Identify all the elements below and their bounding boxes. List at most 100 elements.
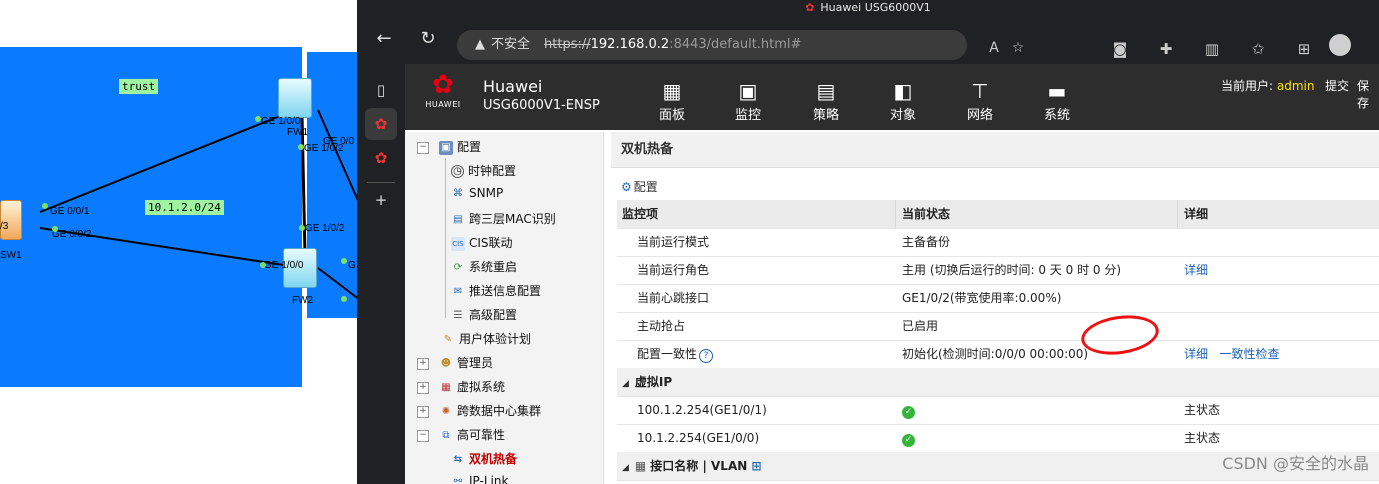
object-icon: ◧ xyxy=(893,79,913,103)
tree-node-user-experience[interactable]: ✎ 用户体验计划 xyxy=(441,330,531,347)
port-label: G xyxy=(348,260,356,271)
tree-item-ip-link[interactable]: ⚯ IP-Link xyxy=(451,474,509,484)
tree-item[interactable]: ◷ 时钟配置 xyxy=(451,162,516,179)
table-row: 配置一致性? 初始化(检测时间:0/0/0 00:00:00) 详细 一致性检查 xyxy=(617,340,1379,369)
puzzle-icon[interactable]: ✚ xyxy=(1143,40,1189,58)
tree-node-vsys[interactable]: + ▦ 虚拟系统 xyxy=(417,378,505,395)
port-label: GE 0/0/1 xyxy=(50,206,90,217)
nav-monitor[interactable]: ▣ 监控 xyxy=(720,78,776,123)
profile-avatar[interactable] xyxy=(1329,34,1351,56)
save-button[interactable]: 保存 xyxy=(1357,77,1379,111)
config-icon: ▣ xyxy=(439,140,453,155)
detail-link[interactable]: 详细 xyxy=(1184,256,1208,284)
sw1-device-icon[interactable] xyxy=(0,200,22,240)
port-dot xyxy=(260,262,266,268)
tree-node-config[interactable]: − ▣ 配置 xyxy=(417,138,481,155)
interface-icon: ▦ xyxy=(634,459,647,473)
nav-object[interactable]: ◧ 对象 xyxy=(875,78,931,123)
detail-link[interactable]: 详细 xyxy=(1184,347,1208,361)
tree-item[interactable]: ⌘ SNMP xyxy=(451,186,503,201)
tab-huawei-icon[interactable]: ✿ xyxy=(365,142,397,174)
reliability-icon: ⧉ xyxy=(442,429,450,441)
nav-network[interactable]: ⊤ 网络 xyxy=(952,78,1008,123)
table-row: 当前运行角色 主用 (切换后运行的时间: 0 天 0 时 0 分) 详细 xyxy=(617,256,1379,285)
window-titlebar: ✿ Huawei USG6000V1 xyxy=(357,0,1379,16)
system-icon: ▬ xyxy=(1047,79,1067,103)
ip-link-icon: ⚯ xyxy=(453,475,463,484)
cis-icon: CIS xyxy=(451,236,465,251)
collections-icon[interactable]: ⊞ xyxy=(1281,40,1327,58)
consistency-check-link[interactable]: 一致性检查 xyxy=(1219,347,1279,361)
address-bar-icons: A ☆ xyxy=(982,40,1030,56)
restart-icon: ⟳ xyxy=(453,261,463,273)
back-icon[interactable]: ← xyxy=(371,26,397,52)
network-icon: ⊤ xyxy=(971,79,989,103)
dashboard-icon: ▦ xyxy=(662,79,682,103)
tree-item[interactable]: ▤ 跨三层MAC识别 xyxy=(451,210,555,227)
collapse-icon[interactable]: − xyxy=(417,141,429,154)
watermark: CSDN @安全的水晶 xyxy=(1222,454,1369,473)
collapse-triangle-icon[interactable]: ◢ xyxy=(622,379,629,389)
new-tab-icon[interactable]: + xyxy=(365,184,397,216)
refresh-icon[interactable]: ↻ xyxy=(415,26,441,52)
tree-item[interactable]: ✉ 推送信息配置 xyxy=(451,282,541,299)
port-dot xyxy=(298,144,304,150)
url-scheme: https:// xyxy=(544,37,591,52)
tree-item-hot-standby[interactable]: ⇆ 双机热备 xyxy=(451,450,517,467)
split-screen-icon[interactable]: ▥ xyxy=(1189,40,1235,58)
window-title: Huawei USG6000V1 xyxy=(820,1,931,14)
read-aloud-icon[interactable]: A xyxy=(982,40,1006,56)
port-dot xyxy=(42,203,48,209)
help-icon[interactable]: ? xyxy=(699,349,714,363)
current-user: 当前用户: admin xyxy=(1221,79,1315,93)
expand-icon[interactable]: + xyxy=(417,381,429,394)
add-favorite-icon[interactable]: ☆ xyxy=(1006,40,1030,56)
brand-text: HUAWEI xyxy=(425,100,461,109)
vsys-icon: ▦ xyxy=(441,381,451,393)
extension-icon[interactable]: ◙ xyxy=(1097,40,1143,58)
config-button[interactable]: ⚙ 配置 xyxy=(621,178,658,195)
expand-icon[interactable]: + xyxy=(417,405,429,418)
monitor-icon: ▣ xyxy=(738,79,758,103)
nav-system[interactable]: ▬ 系统 xyxy=(1029,78,1085,123)
web-app: ✿ HUAWEI Huawei USG6000V1-ENSP ▦ 面板 ▣ 监控 ▤… xyxy=(405,64,1379,484)
tab-actions-icon[interactable]: ▯ xyxy=(365,74,397,106)
tree-node-admin[interactable]: + ☻ 管理员 xyxy=(417,354,493,371)
tree-item[interactable]: ☰ 高级配置 xyxy=(451,306,518,323)
collapse-triangle-icon[interactable]: ◢ xyxy=(622,463,629,473)
port-dot xyxy=(52,226,58,232)
group-virtual-ip[interactable]: ◢ 虚拟IP xyxy=(617,368,1379,397)
tree-node-cluster[interactable]: + ✺ 跨数据中心集群 xyxy=(417,402,541,419)
nav-dashboard[interactable]: ▦ 面板 xyxy=(644,78,700,123)
product-model: USG6000V1-ENSP xyxy=(483,98,600,113)
tree-item[interactable]: ⟳ 系统重启 xyxy=(451,258,517,275)
url-host: 192.168.0.2 xyxy=(590,37,670,52)
fw1-device-icon[interactable] xyxy=(278,78,312,118)
topology-canvas: trust 10.1.2.0/24 FW1 FW2 SW1 GE 1/0/0 G… xyxy=(0,0,360,484)
address-bar[interactable]: ▲ 不安全 https://192.168.0.2:8443/default.htm… xyxy=(457,30,967,60)
mac-icon: ▤ xyxy=(453,213,463,225)
expand-icon[interactable]: + xyxy=(417,357,429,370)
user-plan-icon: ✎ xyxy=(443,333,453,345)
table-row: 当前心跳接口 GE1/0/2(带宽使用率:0.00%) xyxy=(617,284,1379,313)
submit-button[interactable]: 提交 xyxy=(1325,77,1349,94)
nav-tree: − ▣ 配置 ◷ 时钟配置 ⌘ SNMP ▤ 跨三层MAC识别 CIS CIS联动 ⟳ 系统重… xyxy=(405,132,604,484)
table-row: 当前运行模式 主备备份 xyxy=(617,228,1379,257)
collapse-icon[interactable]: − xyxy=(417,429,429,442)
port-label: GE 0/0/2 xyxy=(52,229,92,240)
tree-node-ha[interactable]: − ⧉ 高可靠性 xyxy=(417,426,505,443)
nav-policy[interactable]: ▤ 策略 xyxy=(798,78,854,123)
huawei-petals-icon: ✿ xyxy=(432,70,454,100)
hot-standby-icon: ⇆ xyxy=(453,453,463,465)
favorites-icon[interactable]: ✩ xyxy=(1235,40,1281,58)
gear-icon: ⚙ xyxy=(621,180,632,194)
vlan-icon: ⊞ xyxy=(751,459,762,473)
policy-icon: ▤ xyxy=(816,79,836,103)
port-label: /3 xyxy=(0,221,9,232)
tree-item[interactable]: CIS CIS联动 xyxy=(451,234,513,251)
admin-icon: ☻ xyxy=(440,357,452,369)
tree-line xyxy=(445,158,446,318)
tab-huawei-icon[interactable]: ✿ xyxy=(365,108,397,140)
subnet-tag: 10.1.2.0/24 xyxy=(145,200,224,215)
table-row: 主动抢占 已启用 xyxy=(617,312,1379,341)
